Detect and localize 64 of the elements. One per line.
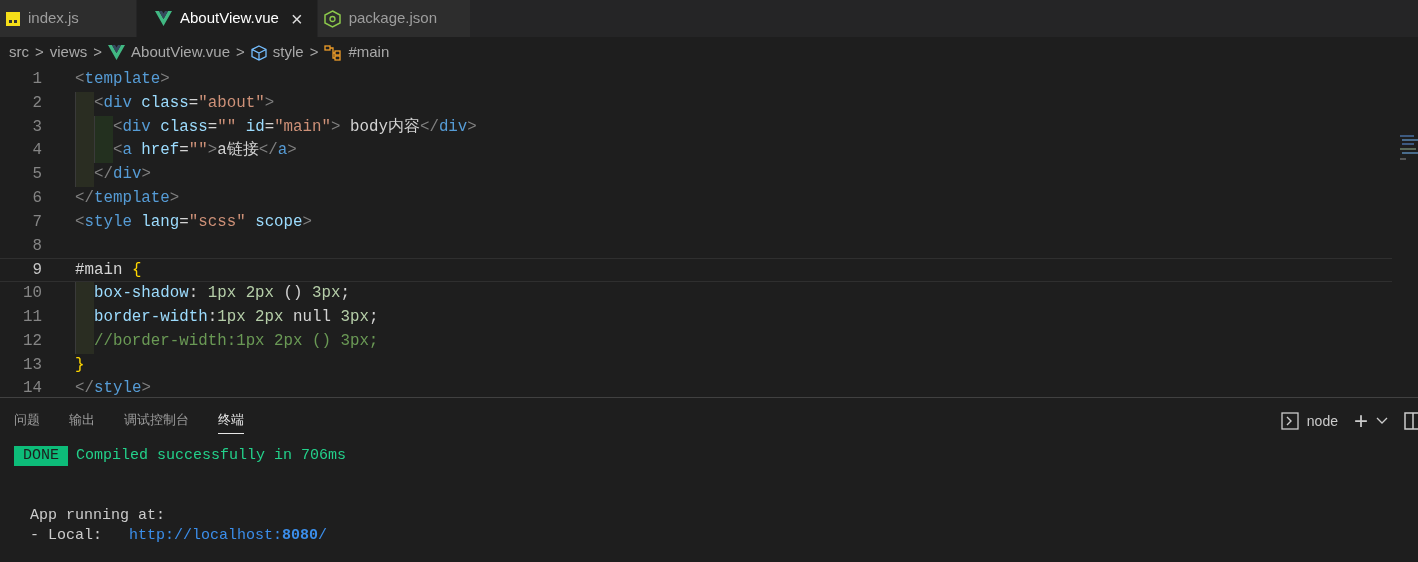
panel-tab[interactable]: 问题 (14, 406, 40, 434)
line-number: 3 (31, 116, 42, 138)
code-line: <template> (75, 69, 170, 90)
line-number: 14 (22, 378, 42, 400)
new-terminal-button[interactable]: + (1354, 409, 1368, 433)
terminal-line: App running at: (29, 506, 167, 526)
breadcrumb-separator: > (93, 42, 103, 63)
breadcrumb-separator: > (236, 42, 245, 63)
code-line: #main { (75, 260, 142, 282)
cube-icon (250, 44, 267, 61)
indent-guide (75, 163, 94, 187)
chevron-down-icon[interactable] (1376, 417, 1388, 425)
line-number: 9 (31, 260, 42, 282)
line-number: 7 (31, 211, 42, 233)
line-number: 12 (22, 330, 42, 352)
terminal-name[interactable]: node (1306, 410, 1338, 432)
code-line: <style lang="scss" scope> (75, 211, 313, 233)
breadcrumb-separator: > (309, 42, 319, 63)
line-number: 4 (31, 140, 42, 162)
line-number: 6 (31, 188, 42, 209)
code-line: box-shadow: 1px 2px () 3px; (93, 283, 350, 305)
indent-guide (75, 91, 94, 116)
vue-icon (155, 11, 172, 26)
breadcrumb-item[interactable]: src (9, 41, 29, 64)
editor-tab[interactable]: index.js (0, 0, 137, 37)
line-number: 1 (31, 69, 42, 90)
breadcrumb-item[interactable]: views (49, 41, 88, 64)
line-number: 2 (31, 92, 42, 114)
breadcrumb-item[interactable]: style (272, 41, 304, 64)
code-line: </template> (75, 188, 180, 209)
vue-icon (108, 45, 126, 60)
breadcrumb-item[interactable]: #main (348, 41, 390, 64)
code-line: border-width:1px 2px null 3px; (93, 306, 379, 328)
code-line: } (75, 354, 85, 376)
panel-tab[interactable]: 调试控制台 (124, 406, 189, 434)
line-number: 10 (22, 283, 42, 305)
code-line: <a href="">a链接</a> (112, 140, 297, 162)
structure-icon (324, 44, 343, 61)
panel-tab[interactable]: 输出 (69, 406, 95, 434)
panel-tab[interactable]: 终端 (218, 405, 244, 435)
terminal-label: - Local: (30, 526, 103, 546)
code-line: </style> (75, 378, 151, 400)
code-line: <div class="" id="main"> body内容</div> (112, 116, 477, 138)
code-line: </div> (93, 164, 151, 186)
hexagon-icon (323, 9, 341, 28)
terminal-icon (1280, 412, 1299, 430)
split-icon[interactable] (1404, 412, 1418, 430)
js-icon (6, 11, 20, 26)
url-link[interactable]: http://localhost:8080/ (129, 526, 328, 546)
line-number: 8 (31, 235, 42, 257)
code-line: <div class="about"> (93, 92, 275, 114)
terminal-message: Compiled successfully in 706ms (76, 446, 347, 466)
minimap[interactable] (1400, 135, 1418, 161)
code-line: //border-width:1px 2px () 3px; (93, 330, 379, 352)
editor-tab[interactable]: AboutView.vue × (137, 0, 318, 37)
indent-guide (75, 329, 94, 354)
breadcrumb-separator: > (35, 42, 44, 63)
line-number: 5 (31, 164, 42, 186)
breadcrumb-item[interactable]: AboutView.vue (131, 41, 230, 64)
status-label: DONE (14, 446, 68, 466)
close-icon[interactable]: × (290, 8, 303, 29)
line-number: 13 (22, 354, 42, 376)
editor-tab[interactable]: package.json (317, 0, 471, 37)
line-number: 11 (22, 306, 42, 328)
